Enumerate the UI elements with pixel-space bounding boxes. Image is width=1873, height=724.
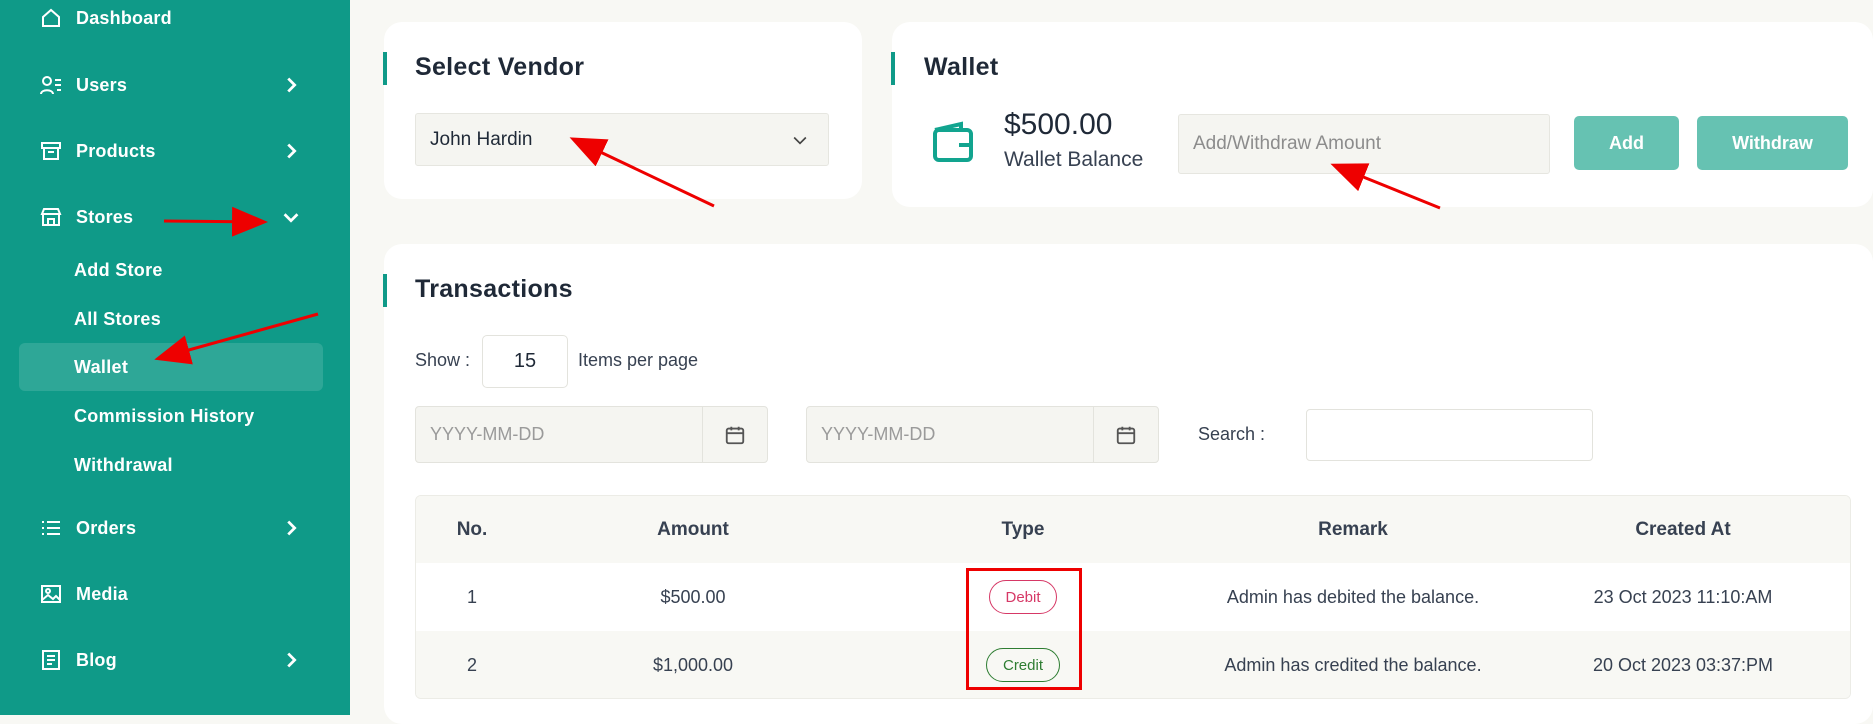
row-amount: $1,000.00 [652,654,734,675]
row-created-at: 23 Oct 2023 11:10:AM [1593,586,1773,607]
date-from-input[interactable] [416,407,702,462]
transactions-title: Transactions [415,275,573,303]
active-highlight [19,343,323,391]
amount-input[interactable] [1178,114,1550,174]
title-accent [891,52,895,85]
submenu-commission-history[interactable]: Commission History [74,401,254,431]
sidebar-item-products[interactable]: Products [38,131,312,171]
withdraw-button[interactable]: Withdraw [1697,116,1848,170]
table-row: 1 $500.00 Debit Admin has debited the ba… [416,563,1850,631]
add-button[interactable]: Add [1574,116,1679,170]
blog-icon [38,647,64,673]
users-icon [38,72,64,98]
date-from-picker [415,406,768,463]
submenu-wallet[interactable]: Wallet [74,352,128,382]
date-to-input[interactable] [807,407,1093,462]
date-to-picker [806,406,1159,463]
row-remark: Admin has debited the balance. [1226,586,1480,607]
chevron-down-icon [283,213,299,223]
sidebar-item-media[interactable]: Media [38,574,312,614]
sidebar-item-label: Stores [76,206,134,227]
sidebar-item-label: Orders [76,517,137,538]
column-header: Amount [657,518,729,540]
column-header: No. [456,518,488,540]
wallet-balance-label: Wallet Balance [1004,148,1144,171]
home-icon [38,5,64,31]
transactions-table: No. Amount Type Remark Created At 1 $500… [415,495,1851,699]
title-accent [383,274,387,307]
select-vendor-card [384,22,862,199]
sidebar-item-dashboard[interactable]: Dashboard [38,0,312,38]
select-vendor-title: Select Vendor [415,53,585,81]
wallet-balance-amount: $500.00 [1004,108,1113,141]
table-row: 2 $1,000.00 Credit Admin has credited th… [416,631,1850,698]
annotation-highlight-box [966,568,1082,690]
chevron-right-icon [287,77,297,93]
sidebar: Dashboard Users Products Stores Add Stor… [0,0,350,715]
per-page-input[interactable] [482,335,568,388]
submenu-all-stores[interactable]: All Stores [74,304,161,334]
column-header: Type [1001,518,1045,540]
table-header: No. Amount Type Remark Created At [416,496,1850,563]
sidebar-item-stores[interactable]: Stores [38,197,312,237]
chevron-right-icon [287,652,297,668]
row-number: 1 [466,586,477,607]
sidebar-item-label: Users [76,74,128,95]
vendor-select[interactable]: John Hardin [415,113,829,166]
sidebar-item-label: Dashboard [76,7,172,28]
title-accent [383,52,387,85]
search-input[interactable] [1306,409,1593,461]
column-header: Created At [1635,518,1731,540]
show-label: Show : [415,350,471,370]
search-label: Search : [1198,424,1266,444]
image-icon [38,581,64,607]
sidebar-item-label: Blog [76,649,117,670]
sidebar-item-label: Media [76,583,129,604]
calendar-icon[interactable] [1093,407,1158,462]
submenu-withdrawal[interactable]: Withdrawal [74,450,173,480]
chevron-right-icon [287,143,297,159]
row-created-at: 20 Oct 2023 03:37:PM [1592,654,1774,675]
column-header: Remark [1318,518,1388,540]
store-icon [38,204,64,230]
submenu-add-store[interactable]: Add Store [74,255,163,285]
wallet-icon [933,121,973,162]
calendar-icon[interactable] [702,407,767,462]
products-icon [38,138,64,164]
wallet-title: Wallet [924,53,999,81]
sidebar-item-orders[interactable]: Orders [38,508,312,548]
row-amount: $500.00 [660,586,726,607]
sidebar-item-blog[interactable]: Blog [38,640,312,680]
sidebar-item-label: Products [76,140,156,161]
vendor-select-value: John Hardin [430,128,533,150]
items-per-page-label: Items per page [578,350,699,370]
chevron-down-icon [793,136,807,145]
row-number: 2 [466,654,477,675]
sidebar-item-users[interactable]: Users [38,65,312,105]
chevron-right-icon [287,520,297,536]
list-icon [38,515,64,541]
row-remark: Admin has credited the balance. [1224,654,1482,675]
